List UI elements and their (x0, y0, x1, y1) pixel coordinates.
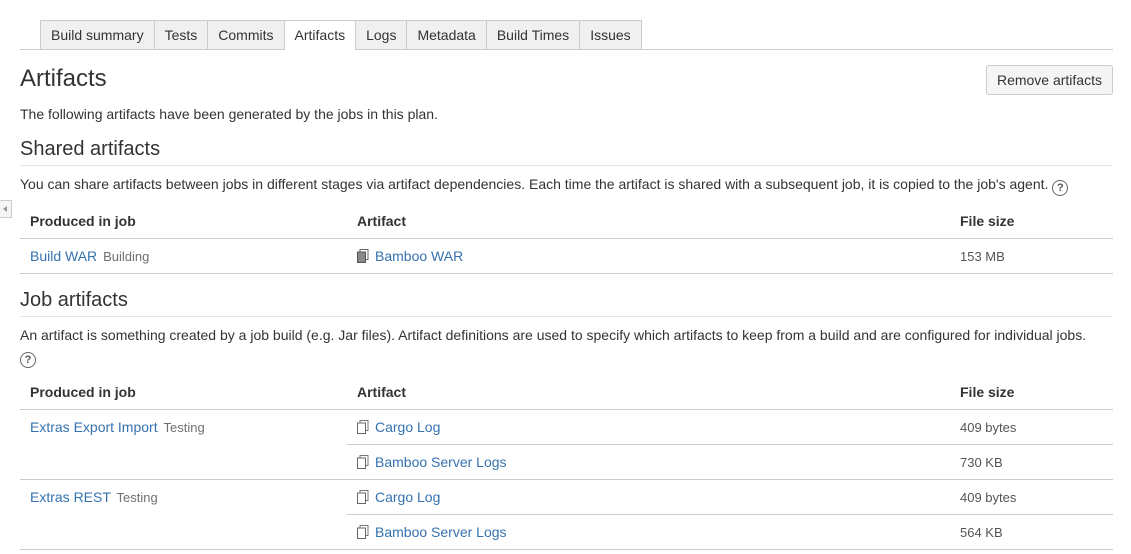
shared-description-text: You can share artifacts between jobs in … (20, 176, 1049, 192)
tab-build-times[interactable]: Build Times (485, 20, 581, 49)
help-icon[interactable]: ? (1052, 180, 1069, 196)
artifact-file-icon (357, 490, 369, 504)
artifact-cell: Cargo Log (347, 409, 950, 445)
shared-artifacts-heading: Shared artifacts (20, 136, 1113, 166)
artifact-cell: Cargo Log (347, 479, 950, 515)
artifact-cell: Bamboo Server Logs (347, 514, 950, 550)
artifacts-page: Build summary Tests Commits Artifacts Lo… (20, 0, 1113, 550)
title-row: Artifacts Remove artifacts (20, 50, 1113, 96)
file-size: 564 KB (950, 514, 1113, 550)
artifact-file-icon (357, 525, 369, 539)
artifact-cell: Bamboo WAR (347, 238, 950, 274)
job-artifacts-heading: Job artifacts (20, 287, 1113, 317)
column-header-job: Produced in job (20, 375, 347, 410)
column-header-job: Produced in job (20, 204, 347, 239)
tab-build-summary[interactable]: Build summary (40, 20, 155, 49)
file-size: 409 bytes (950, 409, 1113, 445)
remove-artifacts-button[interactable]: Remove artifacts (985, 65, 1113, 95)
job-status: Building (103, 249, 150, 264)
shared-artifacts-description: You can share artifacts between jobs in … (20, 174, 1113, 196)
tab-artifacts[interactable]: Artifacts (283, 20, 357, 50)
job-link[interactable]: Build WAR (30, 248, 97, 264)
artifact-cell: Bamboo Server Logs (347, 444, 950, 480)
job-cell: Build WAR Building (20, 238, 347, 274)
shared-artifacts-table: Produced in job Artifact File size Build… (20, 204, 1113, 274)
table-header-row: Produced in job Artifact File size (20, 375, 1113, 410)
shared-artifact-icon (357, 249, 369, 263)
column-header-size: File size (950, 375, 1113, 410)
artifact-file-icon (357, 455, 369, 469)
column-header-artifact: Artifact (347, 204, 950, 239)
job-description-text: An artifact is something created by a jo… (20, 327, 1087, 343)
job-status: Testing (163, 420, 205, 435)
artifact-link[interactable]: Cargo Log (375, 419, 440, 435)
tab-commits[interactable]: Commits (207, 20, 285, 49)
artifact-link[interactable]: Bamboo WAR (375, 248, 463, 264)
job-cell: Extras REST Testing (20, 479, 347, 550)
job-artifacts-table: Produced in job Artifact File size Extra… (20, 375, 1113, 550)
job-artifacts-description: An artifact is something created by a jo… (20, 325, 1113, 368)
file-size: 730 KB (950, 444, 1113, 480)
job-status: Testing (116, 490, 158, 505)
column-header-size: File size (950, 204, 1113, 239)
job-cell: Extras Export Import Testing (20, 409, 347, 480)
table-row: Build WAR Building Bamboo WAR 153 MB (20, 238, 1113, 274)
page-title: Artifacts (20, 65, 107, 92)
tab-metadata[interactable]: Metadata (406, 20, 487, 49)
artifact-link[interactable]: Bamboo Server Logs (375, 454, 507, 470)
collapse-sidebar-icon[interactable] (0, 200, 12, 218)
job-link[interactable]: Extras Export Import (30, 419, 158, 435)
help-icon[interactable]: ? (20, 352, 36, 368)
page-intro: The following artifacts have been genera… (20, 106, 438, 122)
artifact-link[interactable]: Cargo Log (375, 489, 440, 505)
table-row: Extras Export Import Testing Cargo Log 4… (20, 409, 1113, 480)
result-tabs: Build summary Tests Commits Artifacts Lo… (20, 0, 1113, 50)
file-size: 409 bytes (950, 479, 1113, 515)
artifact-file-icon (357, 420, 369, 434)
tab-tests[interactable]: Tests (153, 20, 209, 49)
file-size: 153 MB (950, 238, 1113, 274)
job-link[interactable]: Extras REST (30, 489, 111, 505)
table-row: Extras REST Testing Cargo Log 409 bytes (20, 479, 1113, 550)
column-header-artifact: Artifact (347, 375, 950, 410)
tab-issues[interactable]: Issues (579, 20, 642, 49)
tab-logs[interactable]: Logs (355, 20, 408, 49)
table-header-row: Produced in job Artifact File size (20, 204, 1113, 239)
artifact-link[interactable]: Bamboo Server Logs (375, 524, 507, 540)
